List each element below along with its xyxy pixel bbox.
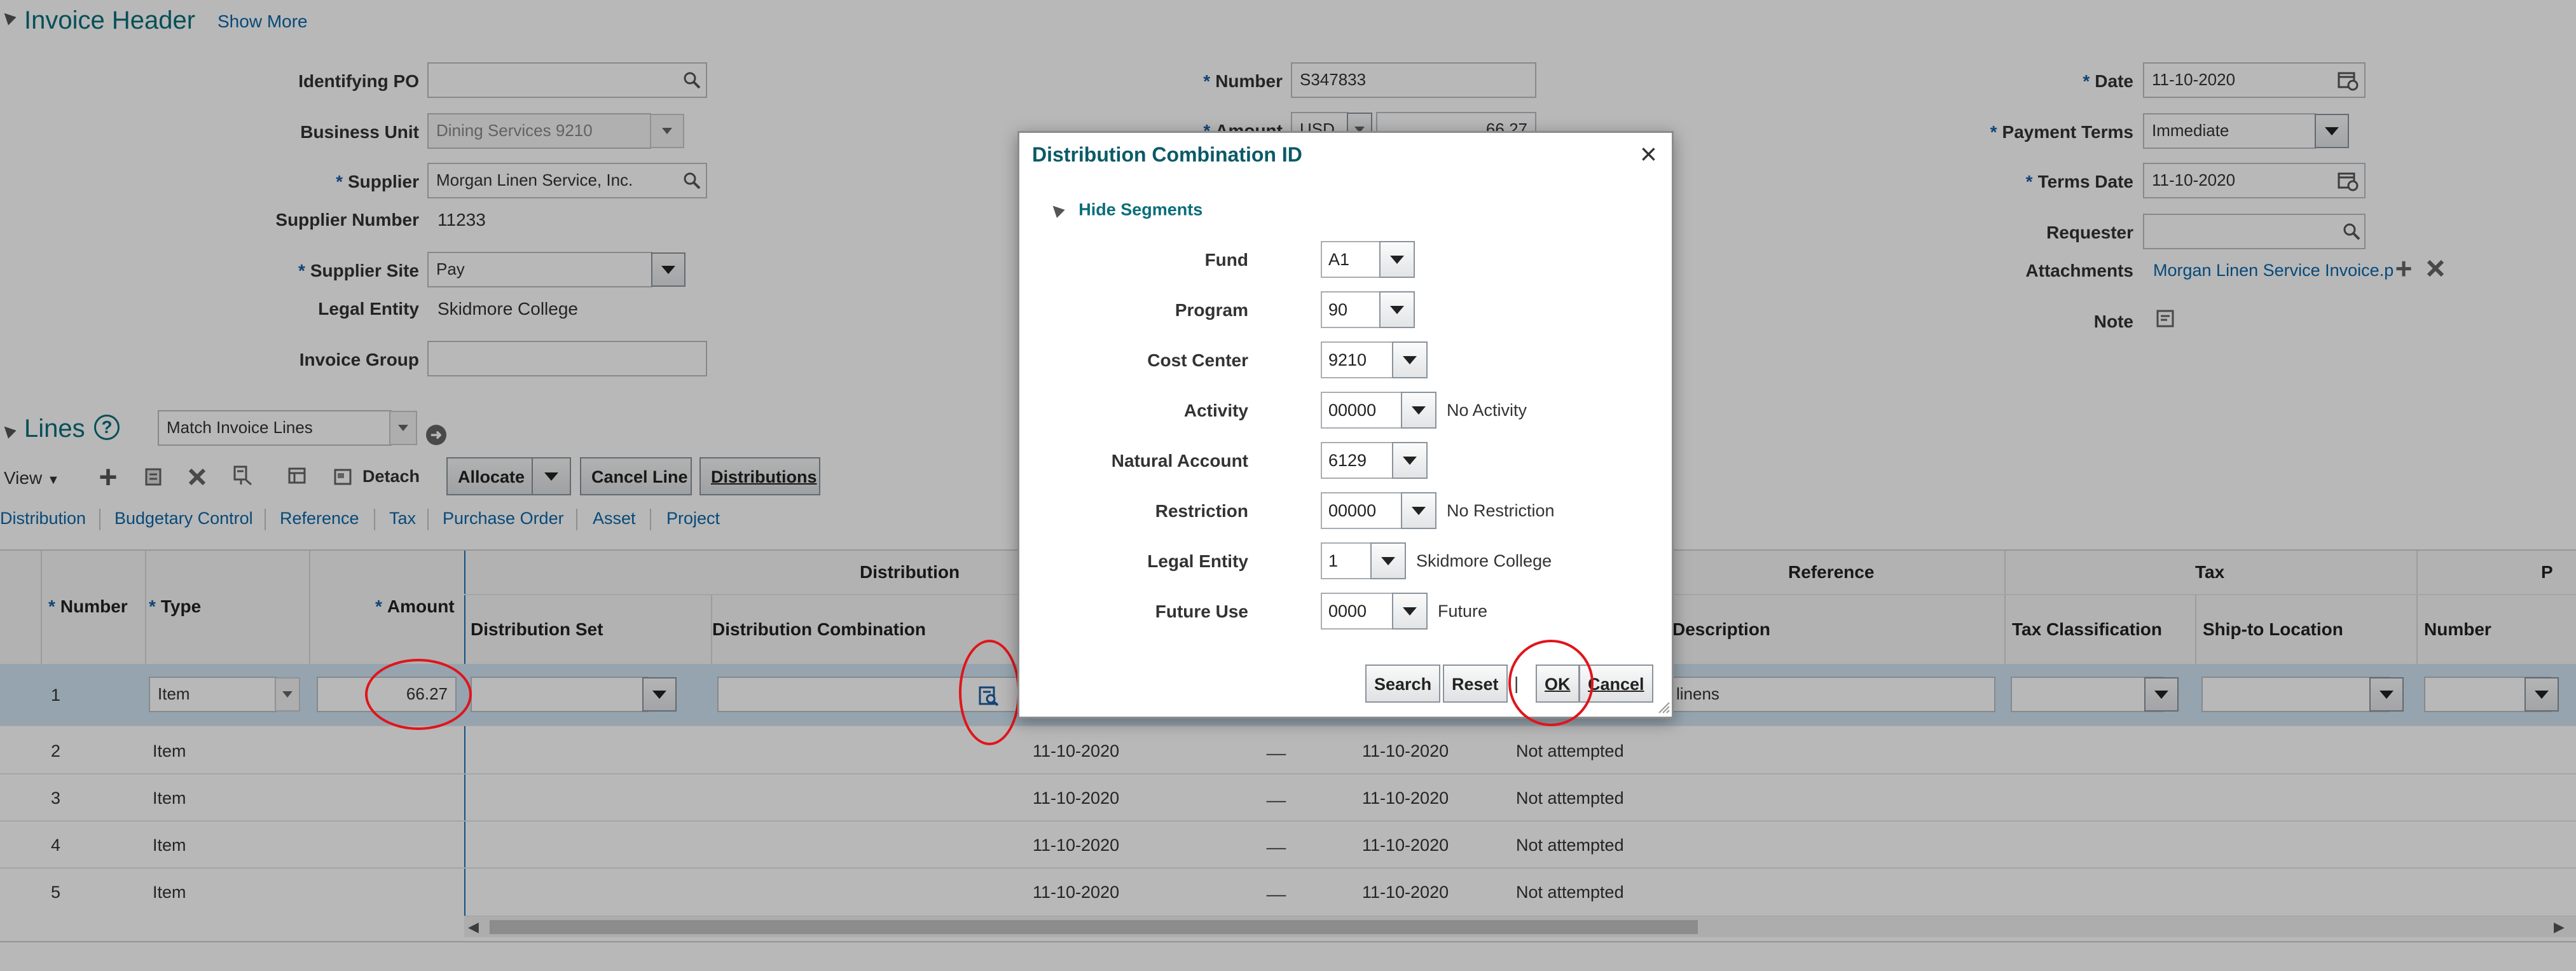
segment-label-natural-account: Natural Account bbox=[1111, 451, 1248, 471]
hide-segments-label: Hide Segments bbox=[1078, 200, 1203, 219]
chevron-down-icon bbox=[1381, 556, 1395, 565]
chevron-down-icon bbox=[1403, 456, 1417, 465]
segment-input-activity[interactable]: 00000 bbox=[1321, 392, 1402, 429]
segment-label-future-use: Future Use bbox=[1155, 602, 1248, 621]
segment-label-cost-center: Cost Center bbox=[1147, 350, 1248, 370]
segment-input-future-use[interactable]: 0000 bbox=[1321, 593, 1393, 630]
chevron-down-icon bbox=[1390, 305, 1404, 314]
collapse-triangle-icon bbox=[1049, 202, 1065, 218]
segment-input-natural-account[interactable]: 6129 bbox=[1321, 442, 1393, 479]
segment-input-cost-center[interactable]: 9210 bbox=[1321, 341, 1393, 378]
segment-dropdown-program[interactable] bbox=[1379, 291, 1415, 328]
segment-label-fund: Fund bbox=[1204, 250, 1248, 270]
segment-desc-activity: No Activity bbox=[1447, 401, 1527, 420]
segment-dropdown-cost-center[interactable] bbox=[1392, 341, 1428, 378]
annotation-circle-amount bbox=[365, 659, 472, 730]
dialog-search-button[interactable]: Search bbox=[1365, 665, 1441, 703]
resize-grip-icon[interactable] bbox=[1655, 699, 1672, 715]
annotation-circle-ok bbox=[1508, 640, 1594, 726]
chevron-down-icon bbox=[1412, 506, 1426, 515]
segment-label-legal-entity: Legal Entity bbox=[1147, 551, 1248, 571]
annotation-circle-combination-icon bbox=[959, 640, 1020, 745]
segment-label-activity: Activity bbox=[1183, 401, 1248, 420]
segment-input-fund[interactable]: A1 bbox=[1321, 241, 1381, 278]
segment-dropdown-activity[interactable] bbox=[1401, 392, 1436, 429]
segment-label-program: Program bbox=[1174, 300, 1248, 320]
chevron-down-icon bbox=[1390, 255, 1404, 264]
segment-dropdown-fund[interactable] bbox=[1379, 241, 1415, 278]
segment-input-legal-entity[interactable]: 1 bbox=[1321, 542, 1372, 579]
segment-input-restriction[interactable]: 00000 bbox=[1321, 492, 1402, 529]
segment-dropdown-restriction[interactable] bbox=[1401, 492, 1436, 529]
dialog-title: Distribution Combination ID bbox=[1032, 143, 1302, 166]
distribution-combination-dialog: Distribution Combination ID × Hide Segme… bbox=[1017, 131, 1674, 719]
hide-segments-toggle[interactable]: Hide Segments bbox=[1049, 199, 1203, 220]
segment-dropdown-legal-entity[interactable] bbox=[1370, 542, 1406, 579]
segment-dropdown-natural-account[interactable] bbox=[1392, 442, 1428, 479]
segment-desc-future-use: Future bbox=[1438, 602, 1488, 621]
segment-desc-restriction: No Restriction bbox=[1447, 501, 1555, 520]
chevron-down-icon bbox=[1403, 355, 1417, 364]
segment-label-restriction: Restriction bbox=[1155, 501, 1248, 521]
invoice-page: Invoice Header Show More Identifying PO … bbox=[0, 0, 2576, 971]
chevron-down-icon bbox=[1403, 607, 1417, 616]
dialog-reset-button[interactable]: Reset bbox=[1443, 665, 1508, 703]
chevron-down-icon bbox=[1412, 406, 1426, 415]
segment-desc-legal-entity: Skidmore College bbox=[1416, 551, 1552, 570]
segment-input-program[interactable]: 90 bbox=[1321, 291, 1381, 328]
dialog-close-icon[interactable]: × bbox=[1640, 137, 1657, 171]
segment-dropdown-future-use[interactable] bbox=[1392, 593, 1428, 630]
